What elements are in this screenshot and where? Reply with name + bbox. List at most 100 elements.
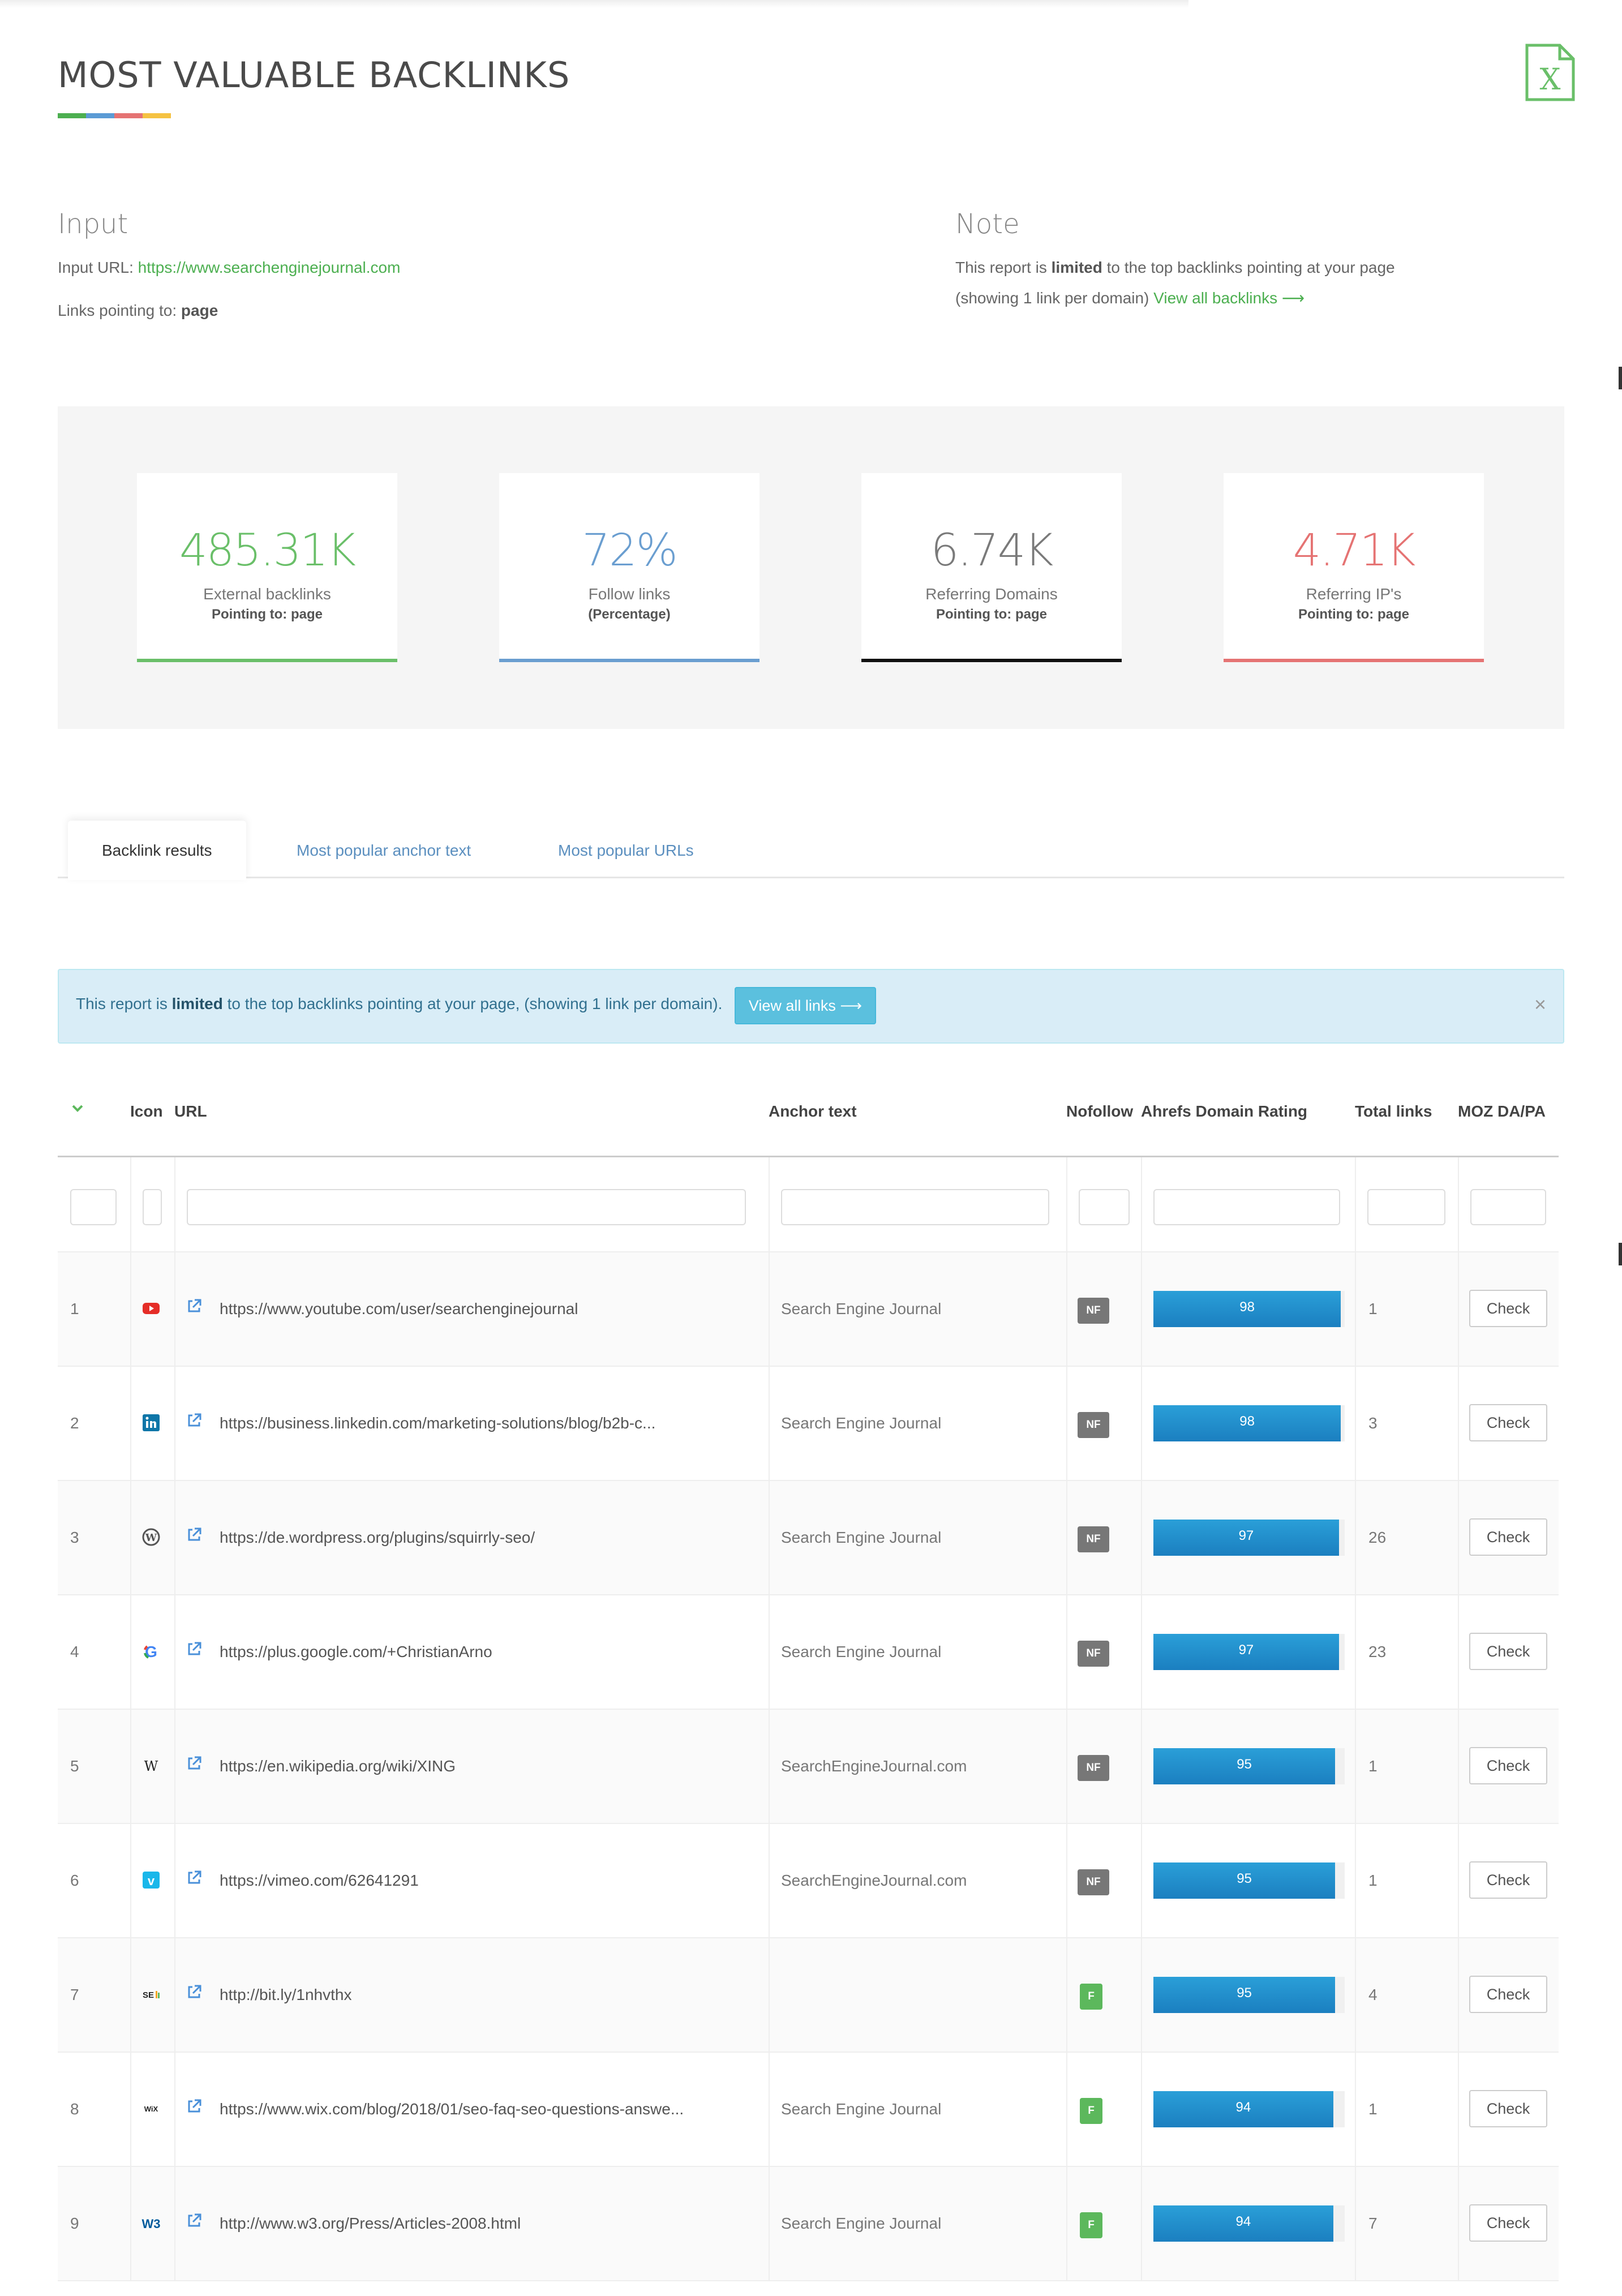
filter-nofollow-input[interactable] [1079,1189,1130,1225]
note-line-1: This report is limited to the top backli… [955,252,1395,283]
column-divider [1066,1595,1067,1709]
column-header-total-links[interactable]: Total links [1355,1102,1432,1121]
column-divider [1066,1938,1067,2052]
domain-rating-bar: 98 [1153,1291,1345,1327]
anchor-text: Search Engine Journal [781,2100,942,2118]
filter-row [58,1157,1559,1252]
backlink-url[interactable]: https://de.wordpress.org/plugins/squirrl… [220,1529,535,1547]
external-link-icon[interactable] [186,1984,203,2001]
external-link-icon[interactable] [186,1869,203,1886]
column-divider [1458,1824,1459,1937]
filter-number-input[interactable] [70,1189,117,1225]
check-button[interactable]: Check [1469,1518,1547,1556]
column-header-nofollow[interactable]: Nofollow [1066,1102,1133,1121]
filter-moz-input[interactable] [1470,1189,1546,1225]
domain-rating-fill: 98 [1153,1291,1341,1327]
excel-icon[interactable]: X [1525,43,1576,102]
table-row: 7 SE http://bit.ly/1nhvthx F 95 4 Check [58,1938,1559,2053]
column-divider [1355,1252,1356,1366]
backlink-url[interactable]: https://plus.google.com/+ChristianArno [220,1643,492,1661]
scrollbar-handle[interactable] [1619,367,1622,389]
stat-label: External backlinks [203,585,331,603]
check-button[interactable]: Check [1469,1290,1547,1327]
backlink-url[interactable]: https://business.linkedin.com/marketing-… [220,1414,655,1432]
total-links: 1 [1368,1300,1378,1317]
input-url-link[interactable]: https://www.searchenginejournal.com [138,259,401,276]
check-button[interactable]: Check [1469,1861,1547,1899]
column-divider [1141,1481,1142,1594]
stats-panel: 485.31K External backlinks Pointing to: … [58,406,1564,729]
total-links: 7 [1368,2215,1378,2232]
domain-rating-bar: 97 [1153,1520,1345,1556]
anchor-text: Search Engine Journal [781,1414,942,1432]
table-row: 8 WiX https://www.wix.com/blog/2018/01/seo… [58,2053,1559,2167]
tab-backlink-results[interactable]: Backlink results [68,821,246,880]
table-row: 2 https://business.linkedin.com/marketing… [58,1367,1559,1481]
column-divider [130,1938,131,2052]
external-link-icon[interactable] [186,1641,203,1658]
column-divider [1141,1824,1142,1937]
total-links: 23 [1368,1643,1387,1660]
top-shadow [0,0,1188,8]
backlink-url[interactable]: https://en.wikipedia.org/wiki/XING [220,1757,456,1775]
follow-badge: NF [1078,1755,1109,1781]
domain-rating-fill: 94 [1153,2205,1333,2242]
column-header-domain-rating[interactable]: Ahrefs Domain Rating [1141,1102,1307,1121]
domain-rating-fill: 94 [1153,2091,1333,2127]
external-link-icon[interactable] [186,1526,203,1543]
backlink-url[interactable]: https://www.wix.com/blog/2018/01/seo-faq… [220,2100,684,2118]
view-all-links-button[interactable]: View all links ⟶ [735,987,876,1024]
check-button[interactable]: Check [1469,1747,1547,1784]
filter-url-input[interactable] [187,1189,746,1225]
column-header-icon[interactable]: Icon [130,1102,163,1121]
scrollbar-handle[interactable] [1619,1243,1622,1265]
filter-total-links-input[interactable] [1367,1189,1445,1225]
column-divider [1355,1157,1356,1251]
backlink-url[interactable]: https://www.youtube.com/user/searchengin… [220,1300,578,1318]
title-underline [58,113,171,118]
note-line-2: (showing 1 link per domain) View all bac… [955,283,1305,314]
external-link-icon[interactable] [186,2212,203,2229]
close-icon[interactable]: × [1534,993,1546,1016]
column-divider [1355,2167,1356,2280]
column-header-moz[interactable]: MOZ DA/PA [1458,1102,1546,1121]
anchor-text: Search Engine Journal [781,2215,942,2232]
check-button[interactable]: Check [1469,2090,1547,2127]
external-link-icon[interactable] [186,1412,203,1429]
check-button[interactable]: Check [1469,1404,1547,1441]
column-divider [1355,1367,1356,1480]
stat-label: Follow links [588,585,671,603]
check-button[interactable]: Check [1469,2204,1547,2242]
table-row: 3 Whttps://de.wordpress.org/plugins/squir… [58,1481,1559,1595]
linkedin-icon [141,1413,161,1432]
tab-popular-anchor-text[interactable]: Most popular anchor text [263,821,505,880]
note-text: to the top backlinks pointing at your pa… [1102,259,1395,276]
filter-icon-input[interactable] [143,1189,162,1225]
view-all-backlinks-link[interactable]: View all backlinks ⟶ [1153,289,1305,307]
filter-domain-rating-input[interactable] [1153,1189,1340,1225]
column-divider [1458,1938,1459,2052]
alert-text-part: to the top backlinks pointing at your pa… [222,995,723,1012]
column-divider [1355,1595,1356,1709]
column-divider [1066,1824,1067,1937]
check-button[interactable]: Check [1469,1633,1547,1670]
svg-text:v: v [148,1874,155,1888]
column-header-url[interactable]: URL [174,1102,207,1121]
links-pointing-value: page [181,302,218,319]
backlink-url[interactable]: https://vimeo.com/62641291 [220,1872,419,1890]
column-header-anchor[interactable]: Anchor text [769,1102,857,1121]
tab-popular-urls[interactable]: Most popular URLs [524,821,728,880]
column-divider [174,1710,175,1823]
svg-text:W: W [144,1758,158,1774]
check-button[interactable]: Check [1469,1976,1547,2013]
column-divider [130,1824,131,1937]
external-link-icon[interactable] [186,2098,203,2115]
filter-anchor-input[interactable] [781,1189,1049,1225]
column-divider [1066,2167,1067,2280]
backlink-url[interactable]: http://bit.ly/1nhvthx [220,1986,351,2004]
backlink-url[interactable]: http://www.w3.org/Press/Articles-2008.ht… [220,2215,521,2233]
external-link-icon[interactable] [186,1298,203,1315]
external-link-icon[interactable] [186,1755,203,1772]
chevron-down-icon[interactable] [71,1104,84,1117]
column-divider [174,1938,175,2052]
